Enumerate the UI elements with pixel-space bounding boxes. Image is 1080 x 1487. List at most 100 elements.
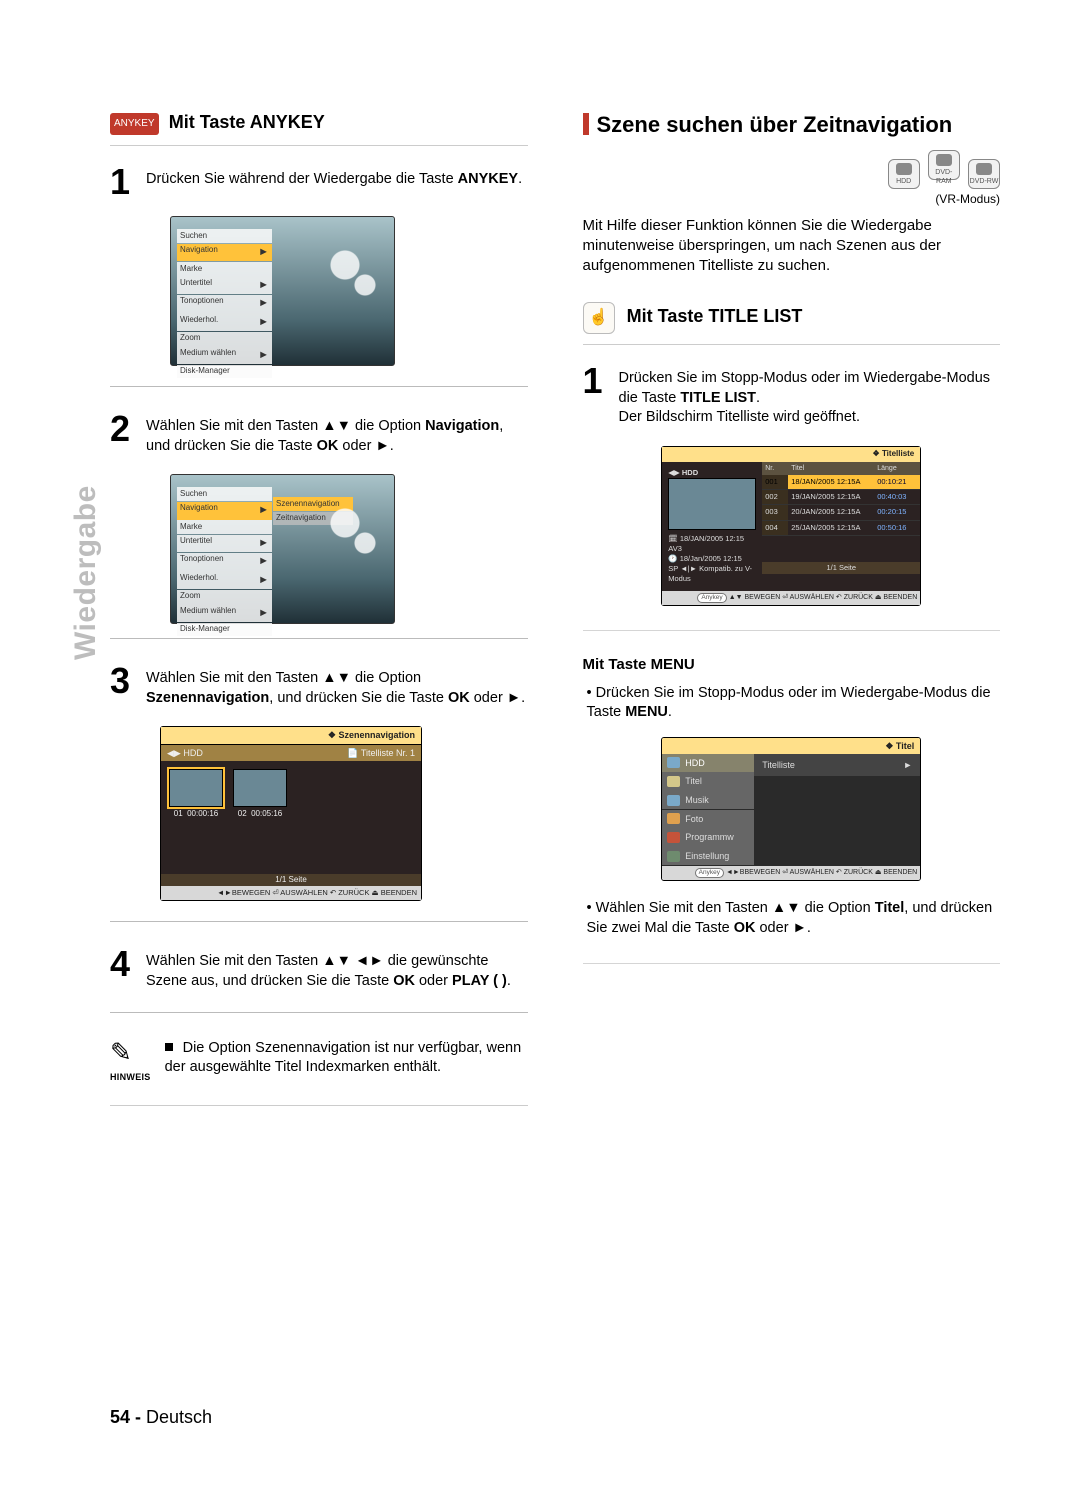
tl-row: 00320/JAN/2005 12:15A00:20:15 bbox=[762, 505, 920, 520]
step-number: 4 bbox=[110, 948, 136, 991]
scene-page: 1/1 Seite bbox=[161, 874, 421, 887]
t: OK bbox=[448, 690, 470, 706]
title-menu-screenshot: ❖ Titel HDD Titel Musik Foto Programmw E… bbox=[661, 737, 921, 882]
tl-footer: Anykey▲▼ BEWEGEN ⏎ AUSWÄHLEN ↶ ZURÜCK ⏏ … bbox=[662, 591, 920, 606]
osd-item-selected: Navigation► bbox=[177, 502, 272, 520]
osd-item: Wiederhol.► bbox=[177, 571, 272, 589]
disc-dvdrw-icon: DVD-RW bbox=[968, 159, 1000, 189]
osd-item: Zoom bbox=[177, 590, 272, 604]
t: oder ►. bbox=[470, 690, 525, 706]
osd-subitem: Szenennavigation bbox=[273, 497, 353, 511]
step1-key: ANYKEY bbox=[458, 171, 518, 187]
osd-item: Untertitel► bbox=[177, 276, 272, 294]
t: oder bbox=[415, 973, 452, 989]
osd-item: Tonoptionen► bbox=[177, 553, 272, 571]
t: Der Bildschirm Titelliste wird geöffnet. bbox=[619, 409, 861, 425]
osd-screenshot-2: Suchen Navigation► Marke Untertitel► Ton… bbox=[170, 474, 395, 624]
step-4: 4 Wählen Sie mit den Tasten ▲▼ ◄► die ge… bbox=[110, 948, 528, 991]
step1-text: Drücken Sie während der Wiedergabe die T… bbox=[146, 171, 458, 187]
tl-title: ❖ Titelliste bbox=[662, 447, 920, 462]
menu-item: Programmw bbox=[662, 828, 754, 846]
osd-item-selected: Navigation► bbox=[177, 244, 272, 262]
t: Drücken Sie im Stopp-Modus oder im Wiede… bbox=[619, 370, 991, 406]
tl-row: 00118/JAN/2005 12:15A00:10:21 bbox=[762, 475, 920, 490]
anykey-badge: ANYKEY bbox=[110, 113, 159, 135]
scene-footer: ◄►BEWEGEN ⏎ AUSWÄHLEN ↶ ZURÜCK ⏏ BEENDEN bbox=[161, 886, 421, 900]
osd-item: Suchen bbox=[177, 229, 272, 243]
t: TITLE LIST bbox=[680, 390, 756, 406]
redbar-icon bbox=[583, 113, 589, 135]
osd-screenshot-1: Suchen Navigation► Marke Untertitel► Ton… bbox=[170, 216, 395, 366]
tl-row: 00425/JAN/2005 12:15A00:50:16 bbox=[762, 521, 920, 536]
bullet-1: • Drücken Sie im Stopp-Modus oder im Wie… bbox=[583, 684, 1001, 723]
t: SP ◄|► Kompatib. zu V-Modus bbox=[668, 564, 758, 584]
heading-menu: Mit Taste MENU bbox=[583, 655, 1001, 675]
bullet-icon bbox=[165, 1043, 173, 1051]
osd-item: Marke bbox=[177, 520, 272, 534]
osd-item: Suchen bbox=[177, 487, 272, 501]
disc-icons: HDD DVD-RAM DVD-RW bbox=[583, 150, 1001, 190]
page-footer: 54 - Deutsch bbox=[110, 1405, 212, 1429]
menu-item: Foto bbox=[662, 810, 754, 828]
left-column: ANYKEY Mit Taste ANYKEY 1 Drücken Sie wä… bbox=[110, 110, 528, 1106]
vr-modus: (VR-Modus) bbox=[583, 191, 1001, 207]
osd-item: Medium wählen► bbox=[177, 604, 272, 622]
osd-item: Medium wählen► bbox=[177, 346, 272, 364]
titlelist-screenshot: ❖ Titelliste ◀▶ HDD 🗓 18/JAN/2005 12:15 … bbox=[661, 446, 921, 606]
intro-text: Mit Hilfe dieser Funktion können Sie die… bbox=[583, 216, 1001, 277]
t: HDD bbox=[682, 468, 698, 477]
disc-dvdram-icon: DVD-RAM bbox=[928, 150, 960, 180]
osd-item: Wiederhol.► bbox=[177, 313, 272, 331]
tl-page: 1/1 Seite bbox=[762, 562, 920, 574]
col: Nr. bbox=[762, 462, 788, 475]
step-2: 2 Wählen Sie mit den Tasten ▲▼ die Optio… bbox=[110, 413, 528, 456]
step1-tail: . bbox=[518, 171, 522, 187]
step-3: 3 Wählen Sie mit den Tasten ▲▼ die Optio… bbox=[110, 665, 528, 708]
t: Wählen Sie mit den Tasten ▲▼ die Option bbox=[146, 670, 421, 686]
t: Wählen Sie mit den Tasten ▲▼ die Option bbox=[146, 418, 425, 434]
t: OK bbox=[393, 973, 415, 989]
note-text: Die Option Szenennavigation ist nur verf… bbox=[165, 1040, 522, 1076]
osd-item: Disk-Manager bbox=[177, 365, 272, 379]
right-step-1: 1 Drücken Sie im Stopp-Modus oder im Wie… bbox=[583, 365, 1001, 428]
osd-item: Marke bbox=[177, 262, 272, 276]
bullet-2: • Wählen Sie mit den Tasten ▲▼ die Optio… bbox=[583, 899, 1001, 938]
scene-thumb: 02 00:05:16 bbox=[233, 769, 287, 820]
menu-selection: Titelliste► bbox=[754, 754, 920, 776]
disc-hdd-icon: HDD bbox=[888, 159, 920, 189]
tp-footer: Anykey◄►BBEWEGEN ⏎ AUSWÄHLEN ↶ ZURÜCK ⏏ … bbox=[662, 866, 920, 881]
t: oder ►. bbox=[338, 438, 393, 454]
t: HDD bbox=[183, 748, 203, 758]
osd-item: Disk-Manager bbox=[177, 623, 272, 637]
col: Titel bbox=[788, 462, 874, 475]
step-number: 1 bbox=[583, 365, 609, 428]
t: 18/JAN/2005 12:15 AV3 bbox=[668, 534, 744, 553]
t: . bbox=[507, 973, 511, 989]
side-tab-label: Wiedergabe bbox=[66, 485, 107, 660]
osd-subitem: Zeitnavigation bbox=[273, 512, 353, 526]
step-number: 1 bbox=[110, 166, 136, 198]
t: . bbox=[756, 390, 760, 406]
step-number: 3 bbox=[110, 665, 136, 708]
heading-anykey: Mit Taste ANYKEY bbox=[169, 112, 325, 132]
t: Navigation bbox=[425, 418, 499, 434]
osd-item: Untertitel► bbox=[177, 535, 272, 553]
note-label: HINWEIS bbox=[110, 1071, 151, 1083]
menu-item: Einstellung bbox=[662, 847, 754, 865]
t: Titelliste Nr. 1 bbox=[361, 748, 415, 758]
menu-item: Musik bbox=[662, 791, 754, 809]
heading-titlelist: Mit Taste TITLE LIST bbox=[627, 306, 803, 326]
t: , und drücken Sie die Taste bbox=[269, 690, 448, 706]
osd-item: Tonoptionen► bbox=[177, 295, 272, 313]
osd-item: Zoom bbox=[177, 332, 272, 346]
step-number: 2 bbox=[110, 413, 136, 456]
scene-thumb: 01 00:00:16 bbox=[169, 769, 223, 820]
step-1: 1 Drücken Sie während der Wiedergabe die… bbox=[110, 166, 528, 198]
t: PLAY ( ) bbox=[452, 973, 507, 989]
tl-row: 00219/JAN/2005 12:15A00:40:03 bbox=[762, 490, 920, 505]
note-block: ✎ HINWEIS Die Option Szenennavigation is… bbox=[110, 1039, 528, 1083]
note-icon: ✎ bbox=[110, 1039, 151, 1065]
t: OK bbox=[317, 438, 339, 454]
menu-item: HDD bbox=[662, 754, 754, 772]
scene-nav-screenshot: ❖ Szenennavigation ◀▶ HDD📄 Titelliste Nr… bbox=[160, 726, 422, 901]
